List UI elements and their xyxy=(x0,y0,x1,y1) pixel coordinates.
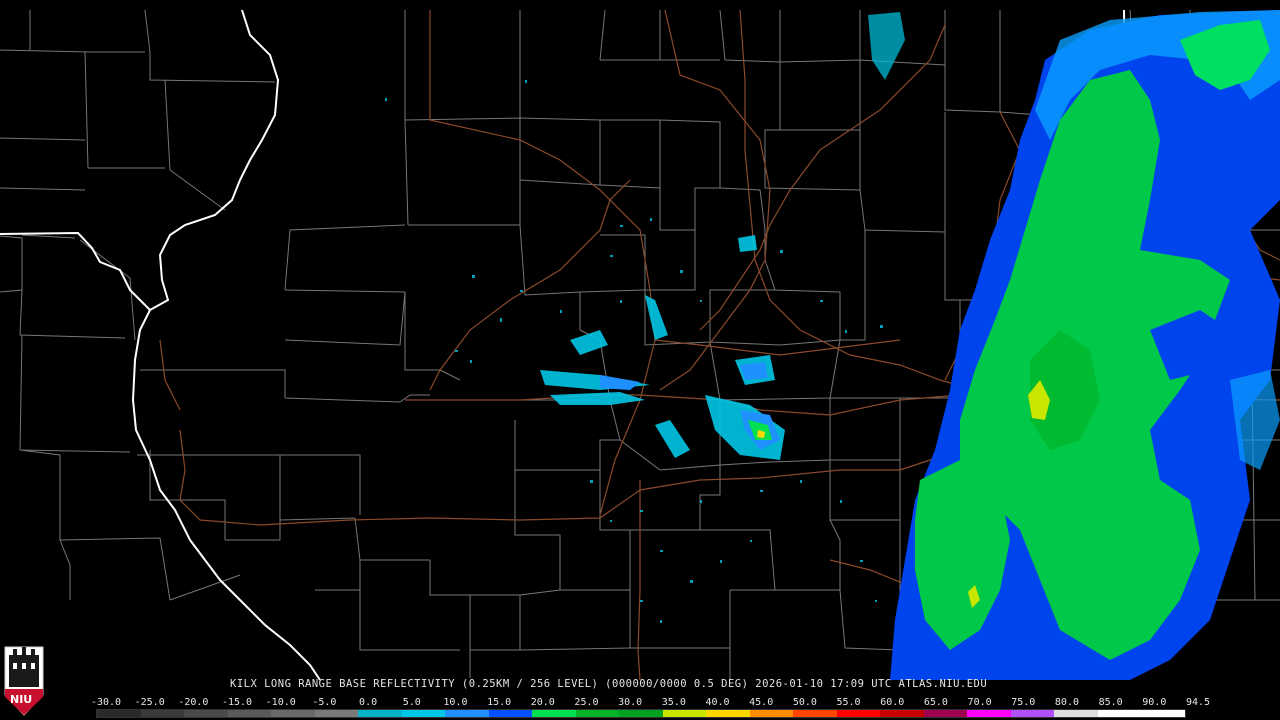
color-swatch xyxy=(1097,710,1142,717)
scale-label: -15.0 xyxy=(221,697,253,708)
color-swatch xyxy=(445,710,489,717)
scale-label: 65.0 xyxy=(923,697,948,708)
color-swatch xyxy=(184,710,228,717)
color-swatch xyxy=(140,710,185,717)
scale-label: -30.0 xyxy=(90,697,122,708)
scale-label: 5.0 xyxy=(402,697,421,708)
scale-label: 45.0 xyxy=(749,697,774,708)
radar-map xyxy=(0,0,1280,720)
scale-label: 40.0 xyxy=(705,697,730,708)
color-swatch xyxy=(271,710,315,717)
color-swatch xyxy=(575,710,620,717)
scale-label: 25.0 xyxy=(574,697,599,708)
scale-labels: -30.0 -25.0 -20.0 -15.0 -10.0 -5.0 0.0 5.0 10.0 1… xyxy=(90,697,1210,709)
color-scale-bar xyxy=(96,709,1186,718)
color-swatch xyxy=(923,710,968,717)
scale-label: -5.0 xyxy=(312,697,337,708)
color-swatch xyxy=(836,710,881,717)
scale-label: 30.0 xyxy=(618,697,643,708)
color-swatch xyxy=(532,710,576,717)
scale-label: 15.0 xyxy=(487,697,512,708)
color-swatch xyxy=(227,710,272,717)
niu-logo-text-overlay: NIU xyxy=(3,645,45,717)
scale-label: -20.0 xyxy=(178,697,209,708)
color-swatch xyxy=(1054,710,1098,717)
color-swatch xyxy=(706,710,750,717)
color-swatch xyxy=(358,710,402,717)
color-swatch xyxy=(1141,710,1185,717)
color-swatch xyxy=(967,710,1011,717)
scale-label: 75.0 xyxy=(1011,697,1036,708)
scale-label: 0.0 xyxy=(359,697,378,708)
color-swatch xyxy=(619,710,663,717)
scale-label: 94.5 xyxy=(1185,697,1211,708)
scale-label: 50.0 xyxy=(792,697,817,708)
radar-caption: KILX LONG RANGE BASE REFLECTIVITY (0.25K… xyxy=(230,678,988,690)
color-swatch xyxy=(401,710,446,717)
scale-label: -10.0 xyxy=(265,697,296,708)
scale-label: 90.0 xyxy=(1142,697,1167,708)
scale-label: 10.0 xyxy=(443,697,468,708)
scale-label: 70.0 xyxy=(967,697,992,708)
color-swatch xyxy=(488,710,533,717)
scale-label: 80.0 xyxy=(1054,697,1079,708)
color-swatch xyxy=(793,710,837,717)
color-swatch xyxy=(314,710,359,717)
color-swatch xyxy=(1010,710,1055,717)
logo-text: NIU xyxy=(10,693,33,706)
color-swatch xyxy=(749,710,794,717)
scale-label: 60.0 xyxy=(880,697,905,708)
scale-label: 55.0 xyxy=(836,697,861,708)
color-swatch xyxy=(880,710,924,717)
color-swatch xyxy=(662,710,707,717)
scale-label: 85.0 xyxy=(1098,697,1123,708)
scale-label: 35.0 xyxy=(661,697,686,708)
color-swatch xyxy=(97,710,141,717)
scale-label: -25.0 xyxy=(134,697,165,708)
scale-label: 20.0 xyxy=(530,697,555,708)
